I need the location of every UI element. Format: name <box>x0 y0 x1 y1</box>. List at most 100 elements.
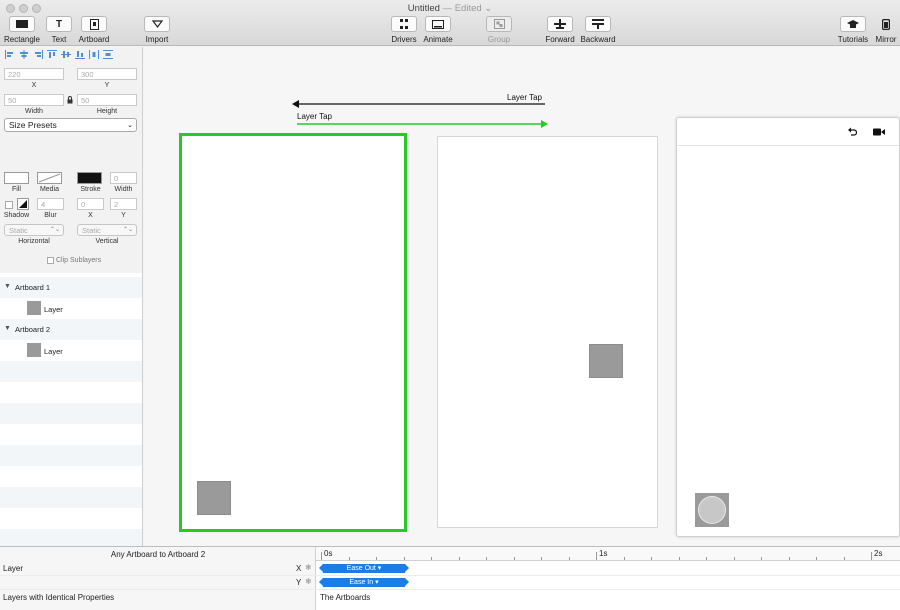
import-button[interactable]: Import <box>143 16 171 44</box>
ruler-tick <box>761 557 762 560</box>
ruler-tick <box>403 557 405 560</box>
transition-row: Any Artboard to Artboard 2 <box>0 547 316 561</box>
disclosure-triangle-icon[interactable]: ▼ <box>4 283 11 290</box>
layer-thumbnail <box>27 343 41 357</box>
layer-row-artboard-1[interactable]: ▼ Artboard 1 <box>0 277 142 298</box>
timeline-panel: 0s 1s 2s Any Artboard to Artboard 2 Laye… <box>0 546 900 610</box>
distribute-vertical-icon[interactable] <box>103 50 113 59</box>
artboard-2[interactable] <box>437 136 658 528</box>
align-right-icon[interactable] <box>33 50 43 59</box>
send-backward-icon <box>592 19 604 29</box>
layer-row-layer-2[interactable]: Layer <box>0 340 142 361</box>
text-tool[interactable]: T Text <box>46 16 72 44</box>
height-field[interactable]: 50 <box>77 94 137 106</box>
vertical-resizing-select[interactable]: Static ⌃⌄ <box>77 224 137 236</box>
ruler-tick <box>733 557 735 560</box>
edited-indicator[interactable]: — Edited ⌄ <box>443 3 493 14</box>
snowflake-icon[interactable]: ❄ <box>305 577 312 586</box>
shadow-color-icon[interactable] <box>17 198 29 210</box>
align-left-icon[interactable] <box>5 50 15 59</box>
layer-name: Artboard 1 <box>15 283 51 292</box>
y-position-field[interactable]: 300 <box>77 68 137 80</box>
stroke-swatch[interactable] <box>77 172 102 184</box>
horizontal-value: Static <box>9 226 28 235</box>
forward-button[interactable]: Forward <box>545 16 575 44</box>
align-bottom-icon[interactable] <box>75 50 85 59</box>
layer-name: Artboard 2 <box>15 325 51 334</box>
width-field[interactable]: 50 <box>4 94 64 106</box>
backward-button[interactable]: Backward <box>580 16 616 44</box>
shadow-y-label: Y <box>121 212 126 219</box>
ruler-tick <box>541 557 542 560</box>
tutorials-button[interactable]: Tutorials <box>836 16 870 44</box>
video-camera-icon[interactable] <box>873 128 885 136</box>
x-animation-curve[interactable]: Ease Out ▾ <box>319 564 409 573</box>
artboard-tool[interactable]: Artboard <box>77 16 111 44</box>
list-item <box>0 403 142 424</box>
drivers-label: Drivers <box>391 35 417 44</box>
timeline-layer-name: Layer <box>3 564 24 573</box>
distribute-horizontal-icon[interactable] <box>89 50 99 59</box>
identical-properties-value[interactable]: The Artboards <box>320 593 370 602</box>
vertical-label: Vertical <box>95 238 119 245</box>
ruler-tick <box>623 557 625 560</box>
media-swatch[interactable] <box>37 172 62 184</box>
list-item <box>0 487 142 508</box>
clip-sublayers-checkbox[interactable] <box>47 257 54 264</box>
y-label: Y <box>104 82 110 89</box>
group-button[interactable]: Group <box>485 16 513 44</box>
width-label: Width <box>25 108 43 115</box>
fill-swatch[interactable] <box>4 172 29 184</box>
snowflake-icon[interactable]: ❄ <box>305 563 312 572</box>
disclosure-triangle-icon[interactable]: ▼ <box>4 325 11 332</box>
chevron-down-icon: ⌄ <box>127 122 133 129</box>
stroke-width-field[interactable]: 0 <box>110 172 137 184</box>
x-label: X <box>31 82 37 89</box>
horizontal-resizing-select[interactable]: Static ⌃⌄ <box>4 224 64 236</box>
layer-row-artboard-2[interactable]: ▼ Artboard 2 <box>0 319 142 340</box>
clip-sublayers-label: Clip Sublayers <box>56 257 102 264</box>
blur-field[interactable]: 4 <box>37 198 64 210</box>
list-item <box>0 445 142 466</box>
align-center-horizontal-icon[interactable] <box>19 50 29 59</box>
import-label: Import <box>145 35 169 44</box>
shadow-checkbox[interactable] <box>5 201 13 209</box>
lock-aspect-icon[interactable] <box>67 96 73 104</box>
y-animation-curve[interactable]: Ease In ▾ <box>319 578 409 587</box>
stroke-label: Stroke <box>80 186 101 193</box>
shadow-x-field[interactable]: 0 <box>77 198 104 210</box>
x-position-field[interactable]: 220 <box>4 68 64 80</box>
ruler-tick <box>706 557 707 560</box>
artboard-1-layer[interactable] <box>197 481 231 515</box>
rectangle-label: Rectangle <box>3 35 41 44</box>
mirror-button[interactable]: Mirror <box>873 16 899 44</box>
list-item <box>0 508 142 529</box>
connection-back-label[interactable]: Layer Tap <box>507 93 542 102</box>
undo-icon[interactable] <box>848 127 857 136</box>
shadow-y-field[interactable]: 2 <box>110 198 137 210</box>
height-label: Height <box>96 108 118 115</box>
ruler-tick <box>816 557 817 560</box>
canvas[interactable]: Layer Tap Layer Tap <box>144 47 900 546</box>
preview-layer[interactable] <box>695 493 729 527</box>
size-presets-label: Size Presets <box>9 120 57 130</box>
identical-properties-row: Layers with Identical Properties The Art… <box>0 591 900 605</box>
layer-row-layer-1[interactable]: Layer <box>0 298 142 319</box>
transition-name[interactable]: Any Artboard to Artboard 2 <box>0 550 316 559</box>
artboard-1[interactable] <box>179 133 407 532</box>
vertical-value: Static <box>82 226 101 235</box>
animate-button[interactable]: Animate <box>423 16 453 44</box>
list-item <box>0 529 142 546</box>
ruler-label-2s: 2s <box>874 549 883 558</box>
size-presets-select[interactable]: Size Presets ⌄ <box>4 118 137 132</box>
artboard-2-layer[interactable] <box>589 344 623 378</box>
align-center-vertical-icon[interactable] <box>61 50 71 59</box>
align-top-icon[interactable] <box>47 50 57 59</box>
drivers-button[interactable]: Drivers <box>390 16 418 44</box>
arrowhead-right-icon <box>541 120 548 128</box>
list-item <box>0 466 142 487</box>
updown-chevron-icon: ⌃⌄ <box>49 227 60 233</box>
rectangle-tool[interactable]: Rectangle <box>4 16 40 44</box>
connection-forward-label[interactable]: Layer Tap <box>297 112 332 121</box>
timeline-ruler[interactable]: 0s 1s 2s <box>316 547 900 561</box>
